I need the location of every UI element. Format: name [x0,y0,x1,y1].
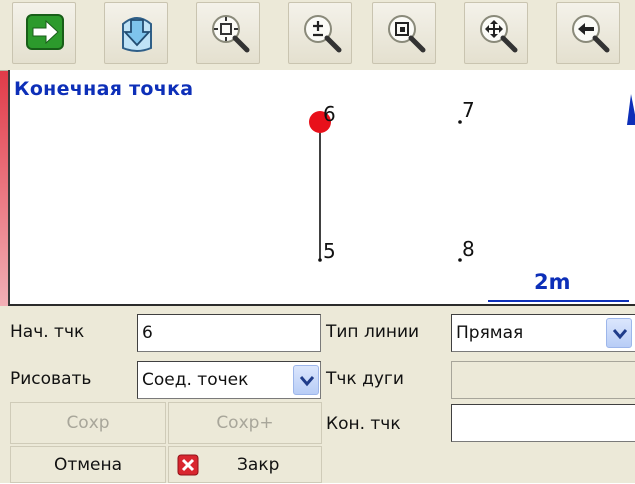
draw-dropdown-button[interactable] [293,365,319,395]
north-arrow-icon [627,94,635,125]
line-type-select-value: Прямая [456,323,524,343]
orientation-button[interactable] [104,2,168,64]
close-icon [177,454,199,476]
point-marker [318,258,322,262]
zoom-fit-button[interactable] [196,2,260,64]
end-point-field[interactable] [451,404,635,442]
cancel-button[interactable]: Отмена [10,446,166,483]
pan-icon [480,15,518,53]
zoom-fit-icon [212,15,250,53]
line-type-label: Тип линии [326,322,420,342]
arc-point-field [451,361,635,399]
chevron-down-icon [300,376,314,387]
next-button[interactable] [12,2,76,64]
draw-select[interactable]: Соед. точек [137,361,321,399]
pan-button[interactable] [464,2,528,64]
end-point-label: Кон. тчк [326,414,401,434]
map-view[interactable]: Конечная точка 6 7 5 8 2m [8,70,635,306]
point-label: 6 [323,102,336,126]
zoom-window-icon [388,15,426,53]
toolbar [0,0,635,71]
arrow-right-icon [26,14,64,50]
back-button[interactable] [556,2,620,64]
point-label: 5 [323,239,336,263]
start-point-field[interactable]: 6 [137,314,321,352]
line-type-select[interactable]: Прямая [451,314,635,352]
save-button[interactable]: Сохр [10,402,166,444]
close-button[interactable]: Закр [168,446,322,483]
scale-bar [488,300,629,302]
compass-icon [122,17,152,52]
zoom-in-out-icon [304,15,342,53]
arc-point-label: Тчк дуги [326,369,404,389]
draw-label: Рисовать [10,369,92,389]
line-type-dropdown-button[interactable] [606,318,632,348]
back-arrow-icon [572,15,610,53]
start-point-label: Нач. тчк [10,322,85,342]
save-plus-button[interactable]: Сохр+ [168,402,322,444]
zoom-in-out-button[interactable] [288,2,352,64]
point-label: 7 [462,98,475,122]
scale-label: 2m [534,270,571,294]
chevron-down-icon [613,329,627,340]
draw-select-value: Соед. точек [142,370,249,390]
zoom-window-button[interactable] [372,2,436,64]
point-label: 8 [462,237,475,261]
close-button-label: Закр [237,455,280,475]
